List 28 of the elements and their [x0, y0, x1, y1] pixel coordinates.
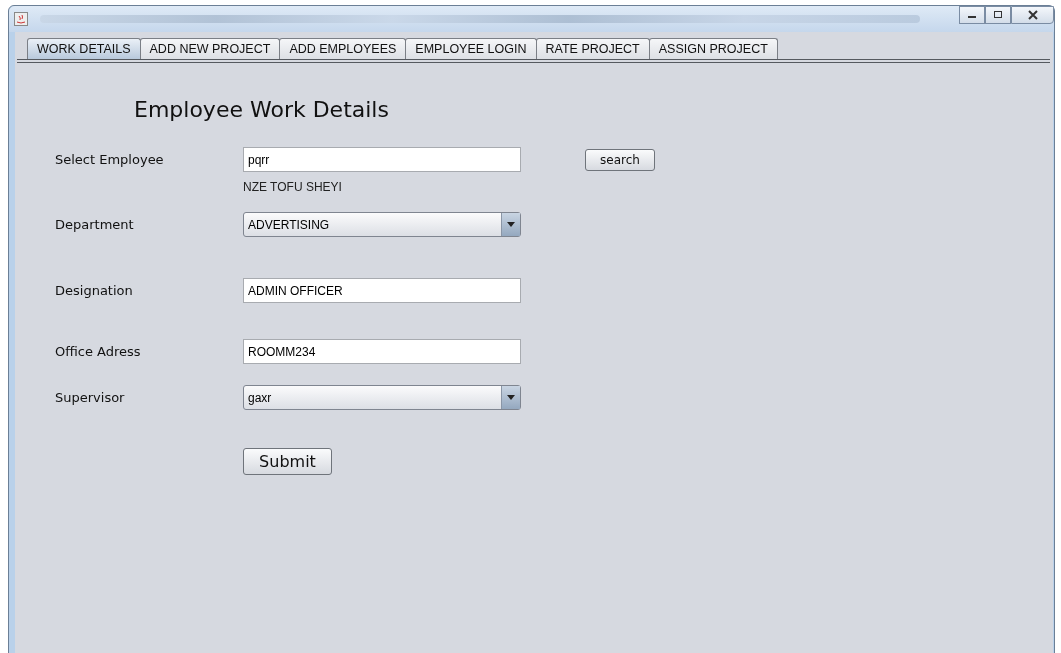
caret-icon	[507, 395, 515, 400]
dropdown[interactable]: gaxr	[243, 385, 521, 410]
field-label: Office Adress	[55, 344, 142, 359]
close-button[interactable]	[1011, 6, 1054, 24]
field-label: Department	[55, 217, 135, 232]
close-icon	[1026, 10, 1039, 20]
maximize-icon	[993, 11, 1003, 19]
text-field[interactable]: ROOMM234	[243, 339, 521, 364]
tab[interactable]: ADD NEW PROJECT	[139, 38, 281, 59]
minimize-button[interactable]	[959, 6, 985, 24]
tab[interactable]: RATE PROJECT	[535, 38, 650, 59]
tab[interactable]: ADD EMPLOYEES	[279, 38, 407, 59]
form-heading: Employee Work Details	[134, 97, 390, 124]
tab[interactable]: ASSIGN PROJECT	[648, 38, 778, 59]
field-label: Select Employee	[55, 152, 165, 167]
text-field[interactable]: pqrr	[243, 147, 521, 172]
field-label: Designation	[55, 283, 134, 298]
caret-icon	[507, 222, 515, 227]
tab[interactable]: WORK DETAILS	[27, 38, 141, 59]
employee-name: NZE TOFU SHEYI	[243, 180, 343, 194]
tab[interactable]: EMPLOYEE LOGIN	[405, 38, 537, 59]
submit-button[interactable]: Submit	[243, 448, 332, 475]
field-label: Supervisor	[55, 390, 126, 405]
dropdown[interactable]: ADVERTISING	[243, 212, 521, 237]
maximize-button[interactable]	[985, 6, 1011, 24]
search-button[interactable]: search	[585, 148, 655, 171]
text-field[interactable]: ADMIN OFFICER	[243, 278, 521, 303]
app-icon	[14, 12, 28, 26]
